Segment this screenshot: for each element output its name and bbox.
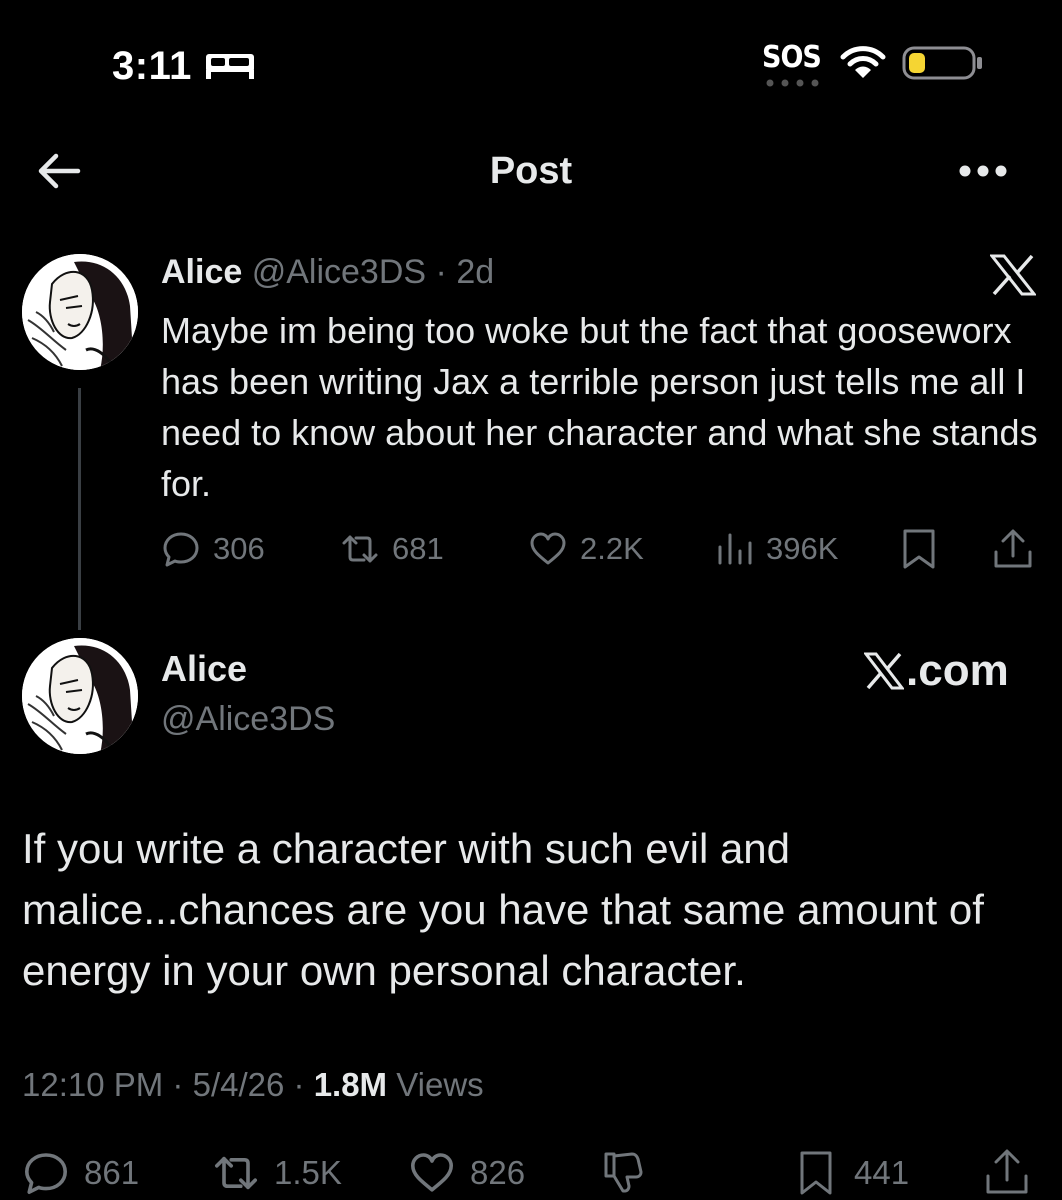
- bookmark-count: 441: [854, 1154, 910, 1191]
- repost-count: 681: [392, 531, 444, 566]
- separator-dot: ·: [435, 253, 447, 291]
- separator-dot: ·: [172, 1066, 184, 1103]
- quoted-post-age: 2d: [456, 253, 495, 291]
- repost-button[interactable]: 681: [340, 526, 444, 572]
- share-icon[interactable]: [992, 528, 1034, 570]
- repost-icon: [342, 535, 378, 563]
- post-date: 5/4/26: [192, 1066, 285, 1103]
- bookmark-icon[interactable]: [900, 528, 938, 570]
- bed-icon: [206, 54, 254, 79]
- reply-button[interactable]: 861: [22, 1148, 139, 1198]
- source-watermark: .com: [864, 646, 1009, 696]
- avatar[interactable]: [22, 638, 138, 754]
- page-title: Post: [489, 150, 573, 192]
- views-count: 396K: [766, 531, 839, 566]
- wifi-icon: [840, 46, 886, 78]
- sos-indicator: SOS: [762, 40, 822, 75]
- views-label: Views: [396, 1066, 484, 1103]
- thread-connector-line: [78, 388, 81, 630]
- reply-button[interactable]: 306: [161, 526, 265, 572]
- bookmark-icon: [800, 1151, 832, 1195]
- like-button[interactable]: 2.2K: [528, 526, 644, 572]
- post-metadata: 12:10 PM · 5/4/26 · 1.8M Views: [22, 1066, 484, 1104]
- separator-dot: ·: [293, 1066, 305, 1103]
- like-count: 2.2K: [580, 531, 644, 566]
- signal-dots-icon: [766, 79, 819, 87]
- reply-count: 306: [213, 531, 265, 566]
- bookmark-button[interactable]: 441: [792, 1148, 909, 1198]
- dislike-icon[interactable]: [598, 1148, 646, 1196]
- more-icon[interactable]: [958, 164, 1008, 178]
- heart-icon: [530, 532, 566, 565]
- post-time: 12:10 PM: [22, 1066, 164, 1103]
- quoted-post-text: Maybe im being too woke but the fact tha…: [161, 310, 1038, 504]
- quoted-post-header: Alice @Alice3DS · 2d: [161, 253, 494, 292]
- quoted-author-handle[interactable]: @Alice3DS: [252, 253, 426, 291]
- like-count: 826: [470, 1154, 526, 1191]
- quoted-author-name[interactable]: Alice: [161, 253, 242, 291]
- reply-icon: [25, 1153, 67, 1194]
- avatar[interactable]: [22, 254, 138, 370]
- views-total: 1.8M: [313, 1066, 388, 1103]
- views-button[interactable]: 396K: [714, 526, 838, 572]
- x-logo-icon: [864, 652, 904, 690]
- repost-icon: [215, 1156, 257, 1190]
- battery-icon: [902, 46, 982, 80]
- views-chart-icon: [718, 533, 752, 565]
- author-handle[interactable]: @Alice3DS: [161, 700, 335, 739]
- reply-icon: [163, 532, 199, 567]
- heart-icon: [411, 1153, 453, 1192]
- reply-count: 861: [84, 1154, 140, 1191]
- author-name[interactable]: Alice: [161, 648, 247, 690]
- post-text: If you write a character with such evil …: [22, 825, 984, 994]
- x-logo-icon: [990, 254, 1036, 296]
- repost-count: 1.5K: [274, 1154, 342, 1191]
- repost-button[interactable]: 1.5K: [212, 1148, 342, 1198]
- like-button[interactable]: 826: [408, 1148, 525, 1198]
- share-icon[interactable]: [984, 1148, 1030, 1196]
- source-domain: .com: [906, 646, 1009, 695]
- status-time: 3:11: [112, 44, 192, 88]
